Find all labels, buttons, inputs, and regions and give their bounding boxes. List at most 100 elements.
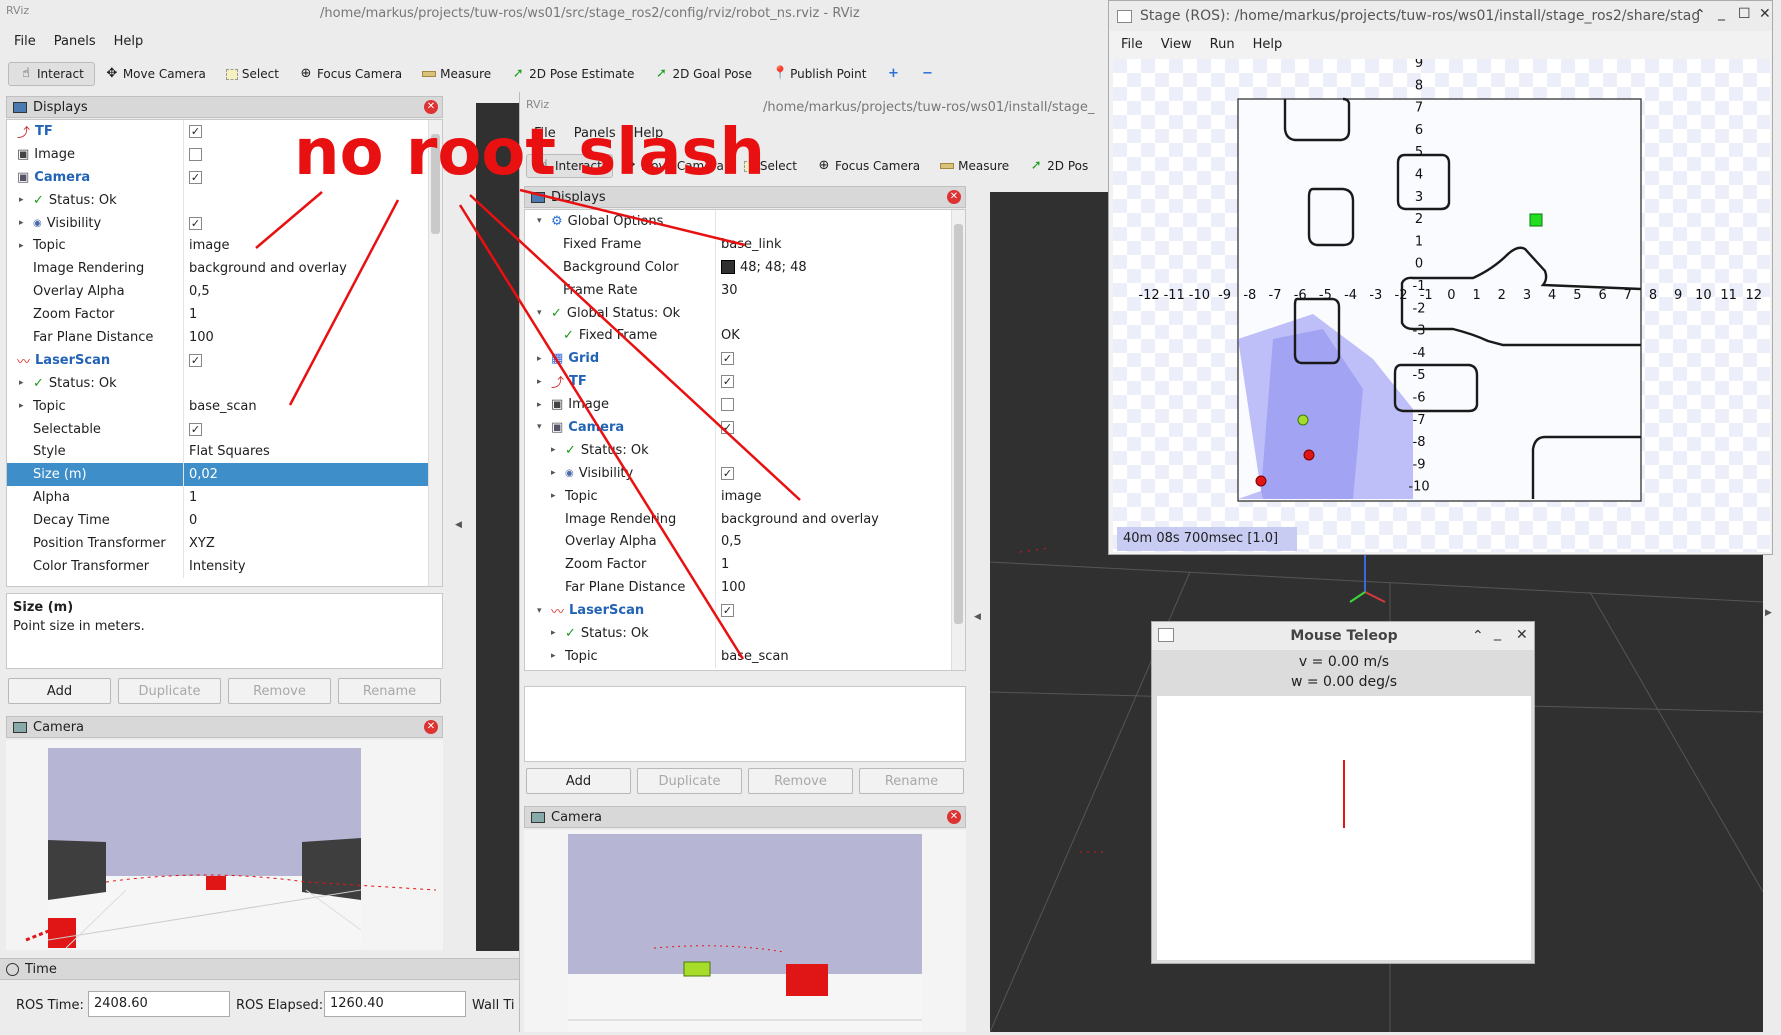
menu-run[interactable]: Run — [1210, 35, 1235, 54]
tool-publish-point[interactable]: 📍 Publish Point — [762, 63, 876, 85]
minimize-icon[interactable]: _ — [1494, 625, 1501, 641]
stage-canvas[interactable]: 9 8 7 6 5 4 3 2 1 0 -1 -2 -3 -4 -5 -6 -7 -8 -9 -10 -12 -11 -1… — [1113, 56, 1772, 552]
tree-row[interactable]: ▾ ▣ Camera ✓ — [525, 416, 965, 439]
tree-row[interactable]: Overlay Alpha 0,5 — [525, 530, 965, 554]
tree-row[interactable]: Zoom Factor 1 — [7, 303, 442, 327]
tree-row[interactable]: ▸ ⤴ TF ✓ — [525, 370, 965, 394]
expand-down-icon[interactable]: ▾ — [537, 216, 542, 226]
checkbox[interactable]: ✓ — [189, 216, 202, 230]
tree-row[interactable]: ▸ Topic base_scan — [7, 394, 442, 418]
row-value-cell[interactable]: 0,5 — [189, 284, 210, 299]
duplicate-button[interactable]: Duplicate — [118, 678, 221, 704]
rename-button[interactable]: Rename — [859, 768, 964, 794]
tree-row[interactable]: Image Rendering background and overlay — [7, 257, 442, 281]
tree-row[interactable]: ▸ ◉ Visibility ✓ — [7, 211, 442, 235]
tree-row[interactable]: Style Flat Squares — [7, 440, 442, 464]
remove-button[interactable]: Remove — [748, 768, 853, 794]
row-value-cell[interactable]: 0,5 — [721, 534, 742, 549]
row-value-cell[interactable]: 48; 48; 48 — [721, 260, 807, 275]
tree-row[interactable]: ▸ ✓ Status: Ok — [7, 188, 442, 212]
row-value-cell[interactable]: ✓ — [721, 352, 739, 366]
tree-row[interactable]: ▾ ⚙ Global Options — [525, 210, 965, 233]
tool-select[interactable]: Select — [216, 63, 289, 85]
row-value-cell[interactable]: background and overlay — [721, 512, 879, 527]
tree-row[interactable]: ▸ Topic image — [525, 484, 965, 508]
tree-row[interactable]: Zoom Factor 1 — [525, 553, 965, 577]
expand-right-icon[interactable]: ▸ — [537, 400, 542, 410]
row-value-cell[interactable]: ✓ — [721, 604, 739, 618]
row-value-cell[interactable] — [189, 147, 207, 161]
row-value-cell[interactable]: OK — [721, 328, 740, 343]
row-value-cell[interactable]: 0 — [189, 513, 197, 528]
tree-row[interactable]: Position Transformer XYZ — [7, 532, 442, 555]
duplicate-button[interactable]: Duplicate — [637, 768, 742, 794]
row-value-cell[interactable]: base_scan — [189, 399, 257, 414]
row-value-cell[interactable] — [721, 398, 739, 412]
checkbox[interactable]: ✓ — [721, 466, 734, 480]
checkbox[interactable]: ✓ — [189, 353, 202, 367]
tree-row[interactable]: ▸ ▦ Grid ✓ — [525, 347, 965, 371]
tree-row[interactable]: ▸ ✓ Status: Ok — [7, 371, 442, 395]
expand-right-icon[interactable]: ▸ — [19, 195, 24, 205]
add-tool-button[interactable]: + — [876, 63, 910, 85]
tree-row[interactable]: 〰 LaserScan ✓ — [7, 348, 442, 372]
tree-row[interactable]: Overlay Alpha 0,5 — [7, 280, 442, 304]
tree-row[interactable]: ▸ ✓ Status: Ok — [525, 438, 965, 462]
tree-row[interactable]: Far Plane Distance 100 — [7, 326, 442, 349]
close-icon[interactable]: ✕ — [424, 720, 438, 734]
tree-row[interactable]: Selectable ✓ — [7, 417, 442, 441]
row-value-cell[interactable]: ✓ — [721, 466, 739, 480]
checkbox[interactable]: ✓ — [721, 604, 734, 618]
expand-right-icon[interactable]: ▸ — [551, 491, 556, 501]
collapse-icon[interactable]: ⌃ — [1472, 628, 1484, 644]
expand-right-icon[interactable]: ▸ — [19, 218, 24, 228]
menu-file[interactable]: File — [14, 32, 36, 51]
tree-row[interactable]: ▾ ✓ Global Status: Ok — [525, 301, 965, 325]
collapse-arrow[interactable]: ◀ — [455, 520, 462, 530]
tree-row[interactable]: ▸ ▣ Image — [525, 393, 965, 417]
tool-measure[interactable]: Measure — [930, 155, 1019, 177]
expand-down-icon[interactable]: ▾ — [537, 308, 542, 318]
remove-button[interactable]: Remove — [228, 678, 331, 704]
menu-help[interactable]: Help — [114, 32, 144, 51]
close-icon[interactable]: ✕ — [947, 810, 961, 824]
tool-2d-pose-estimate[interactable]: ➚ 2D Pos — [1019, 155, 1098, 177]
tool-focus-camera[interactable]: ⊕ Focus Camera — [807, 155, 930, 177]
expand-right-icon[interactable]: ▸ — [19, 378, 24, 388]
scrollbar-thumb[interactable] — [954, 224, 963, 624]
color-swatch[interactable] — [721, 260, 735, 275]
tree-row[interactable]: ▸ Topic image — [7, 234, 442, 258]
checkbox[interactable]: ✓ — [189, 124, 202, 138]
row-value-cell[interactable]: ✓ — [721, 420, 739, 434]
teleop-pad[interactable] — [1157, 696, 1531, 960]
tool-2d-pose-estimate[interactable]: ➚ 2D Pose Estimate — [501, 63, 644, 85]
row-value-cell[interactable]: ✓ — [189, 124, 207, 138]
row-value-cell[interactable]: 1 — [189, 307, 197, 322]
tree-row[interactable]: ▸ ✓ Status: Ok — [525, 622, 965, 645]
row-value-cell[interactable]: XYZ — [189, 536, 215, 551]
expand-right-icon[interactable]: ▸ — [537, 377, 542, 387]
tree-row[interactable]: ▾ 〰 LaserScan ✓ — [525, 599, 965, 623]
tool-focus-camera[interactable]: ⊕ Focus Camera — [289, 63, 412, 85]
checkbox[interactable]: ✓ — [721, 375, 734, 389]
menu-view[interactable]: View — [1161, 35, 1192, 54]
row-value-cell[interactable]: ✓ — [721, 375, 739, 389]
checkbox[interactable]: ✓ — [189, 422, 202, 436]
tool-move-camera[interactable]: ✥ Move Camera — [95, 63, 216, 85]
row-value-cell[interactable]: Flat Squares — [189, 444, 270, 459]
collapse-icon[interactable]: ⌃ — [1694, 7, 1706, 23]
tree-row[interactable]: Alpha 1 — [7, 486, 442, 510]
add-button[interactable]: Add — [8, 678, 111, 704]
close-icon[interactable]: ✕ — [1516, 627, 1528, 643]
maximize-icon[interactable]: ☐ — [1738, 6, 1751, 22]
row-value-cell[interactable]: base_scan — [721, 649, 789, 664]
tree-row[interactable]: Fixed Frame base_link — [525, 232, 965, 256]
row-value-cell[interactable]: 100 — [189, 330, 214, 345]
row-value-cell[interactable]: ✓ — [189, 216, 207, 230]
expand-right-icon[interactable]: ▸ — [551, 468, 556, 478]
row-value-cell[interactable]: 0,02 — [189, 467, 218, 482]
ros-elapsed-field[interactable]: 1260.40 — [324, 991, 466, 1017]
collapse-arrow[interactable]: ◀ — [974, 612, 981, 622]
expand-down-icon[interactable]: ▾ — [537, 606, 542, 616]
close-icon[interactable]: ✕ — [947, 190, 961, 204]
